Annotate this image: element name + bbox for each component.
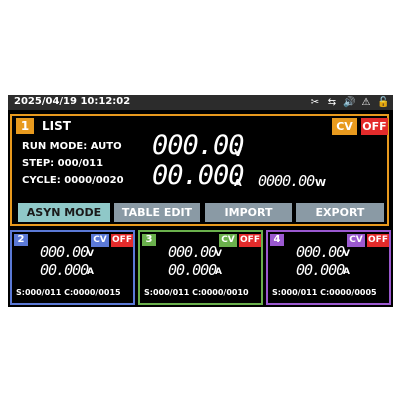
channel-number: 1: [16, 118, 34, 134]
current-unit: A: [215, 267, 222, 277]
voltage-unit: V: [234, 148, 242, 159]
tools-icon: ✂: [310, 97, 320, 108]
cv-badge: CV: [347, 234, 365, 247]
output-off-button[interactable]: OFF: [361, 118, 388, 135]
datetime: 2025/04/19 10:12:02: [14, 96, 131, 107]
run-mode-text: RUN MODE: AUTO: [22, 141, 122, 152]
usb-icon: ⇆: [327, 97, 337, 108]
channel-number: 2: [14, 234, 28, 246]
power-readout: 0000.00: [258, 172, 315, 190]
power-unit: W: [315, 178, 327, 189]
voltage-readout: 000.00: [296, 243, 345, 261]
output-off-button[interactable]: OFF: [111, 234, 133, 247]
export-button[interactable]: EXPORT: [296, 203, 384, 222]
output-off-button[interactable]: OFF: [239, 234, 261, 247]
warning-icon: ⚠: [361, 97, 371, 108]
cycle-text: CYCLE: 0000/0020: [22, 175, 124, 186]
current-readout: 00.000: [168, 261, 217, 279]
channel-3-panel[interactable]: 3 CV OFF 000.00 V 00.000 A S:000/011 C:0…: [138, 230, 263, 305]
step-text: STEP: 000/011: [22, 158, 104, 169]
table-edit-button[interactable]: TABLE EDIT: [114, 203, 200, 222]
channel-number: 4: [270, 234, 284, 246]
voltage-readout: 000.00: [152, 130, 245, 161]
status-bar: 2025/04/19 10:12:02 ✂ ⇆ 🔊 ⚠ 🔓: [8, 95, 393, 110]
cv-badge: CV: [332, 118, 357, 135]
device-screen: 2025/04/19 10:12:02 ✂ ⇆ 🔊 ⚠ 🔓 1 LIST CV …: [8, 95, 393, 307]
import-button[interactable]: IMPORT: [205, 203, 292, 222]
voltage-readout: 000.00: [168, 243, 217, 261]
output-off-button[interactable]: OFF: [367, 234, 389, 247]
current-unit: A: [234, 178, 242, 189]
step-cycle-text: S:000/011 C:0000/0005: [272, 288, 377, 297]
current-readout: 00.000: [296, 261, 345, 279]
step-cycle-text: S:000/011 C:0000/0010: [144, 288, 249, 297]
speaker-icon: 🔊: [343, 97, 356, 108]
channel-1-panel[interactable]: 1 LIST CV OFF RUN MODE: AUTO STEP: 000/0…: [10, 114, 389, 226]
voltage-unit: V: [343, 249, 350, 259]
status-icons: ✂ ⇆ 🔊 ⚠ 🔓: [309, 96, 390, 109]
current-unit: A: [87, 267, 94, 277]
asyn-mode-button[interactable]: ASYN MODE: [18, 203, 110, 222]
mode-title: LIST: [42, 119, 71, 133]
voltage-unit: V: [215, 249, 222, 259]
current-unit: A: [343, 267, 350, 277]
channel-number: 3: [142, 234, 156, 246]
voltage-readout: 000.00: [40, 243, 89, 261]
cv-badge: CV: [91, 234, 109, 247]
step-cycle-text: S:000/011 C:0000/0015: [16, 288, 121, 297]
voltage-unit: V: [87, 249, 94, 259]
channel-2-panel[interactable]: 2 CV OFF 000.00 V 00.000 A S:000/011 C:0…: [10, 230, 135, 305]
unlock-icon: 🔓: [377, 97, 390, 108]
cv-badge: CV: [219, 234, 237, 247]
current-readout: 00.000: [40, 261, 89, 279]
current-readout: 00.000: [152, 160, 245, 191]
channel-4-panel[interactable]: 4 CV OFF 000.00 V 00.000 A S:000/011 C:0…: [266, 230, 391, 305]
